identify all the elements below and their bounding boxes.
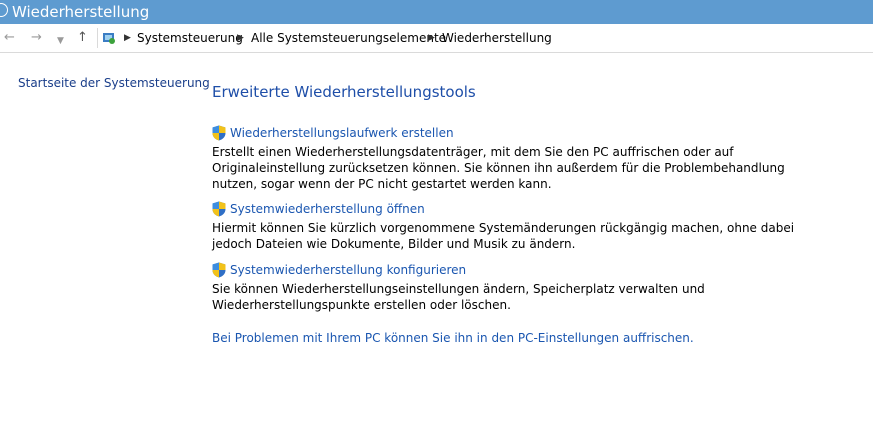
back-arrow-icon[interactable]: ← — [4, 30, 15, 46]
control-panel-icon — [103, 33, 115, 44]
create-recovery-drive-link[interactable]: Wiederherstellungslaufwerk erstellen — [212, 125, 832, 141]
address-bar[interactable]: ▶ Systemsteuerung ▶ Alle Systemsteuerung… — [97, 28, 873, 48]
breadcrumb-separator-icon[interactable]: ▶ — [237, 32, 244, 44]
configure-system-restore-link[interactable]: Systemwiederherstellung konfigurieren — [212, 262, 832, 278]
tool-description: Erstellt einen Wiederherstellungsdatentr… — [212, 145, 785, 191]
uac-shield-icon — [212, 201, 226, 217]
page-heading: Erweiterte Wiederherstellungstools — [212, 83, 476, 101]
uac-shield-icon — [212, 262, 226, 278]
tool-description: Hiermit können Sie kürzlich vorgenommene… — [212, 221, 795, 251]
tool-description: Sie können Wiederherstellungseinstellung… — [212, 282, 705, 312]
title-bar: Wiederherstellung — [0, 0, 873, 24]
window-title: Wiederherstellung — [12, 3, 150, 21]
breadcrumb-separator-icon[interactable]: ▶ — [428, 32, 435, 44]
breadcrumb-separator-icon[interactable]: ▶ — [124, 32, 131, 44]
up-arrow-icon[interactable]: ↑ — [77, 30, 88, 46]
uac-shield-icon — [212, 125, 226, 141]
navigation-bar: ← → ▼ ↑ ▶ Systemsteuerung ▶ Alle Systems… — [0, 24, 873, 53]
chevron-down-icon[interactable]: ▼ — [57, 33, 64, 49]
forward-arrow-icon[interactable]: → — [31, 30, 42, 46]
tool-link-label[interactable]: Systemwiederherstellung konfigurieren — [230, 263, 466, 278]
breadcrumb-item-wiederherstellung[interactable]: Wiederherstellung — [442, 31, 552, 45]
tool-configure-restore: Systemwiederherstellung konfigurieren Si… — [212, 262, 832, 313]
tool-link-label[interactable]: Wiederherstellungslaufwerk erstellen — [230, 126, 454, 141]
breadcrumb-item-alle-elemente[interactable]: Alle Systemsteuerungselemente — [251, 31, 446, 45]
pc-settings-refresh-link[interactable]: Bei Problemen mit Ihrem PC können Sie ih… — [212, 331, 694, 346]
tool-recovery-drive: Wiederherstellungslaufwerk erstellen Ers… — [212, 125, 832, 192]
open-system-restore-link[interactable]: Systemwiederherstellung öffnen — [212, 201, 832, 217]
tool-system-restore: Systemwiederherstellung öffnen Hiermit k… — [212, 201, 832, 252]
breadcrumb-item-systemsteuerung[interactable]: Systemsteuerung — [137, 31, 243, 45]
window-system-icon[interactable] — [0, 3, 8, 17]
tool-link-label[interactable]: Systemwiederherstellung öffnen — [230, 202, 425, 217]
sidebar-home-link[interactable]: Startseite der Systemsteuerung — [18, 76, 210, 90]
